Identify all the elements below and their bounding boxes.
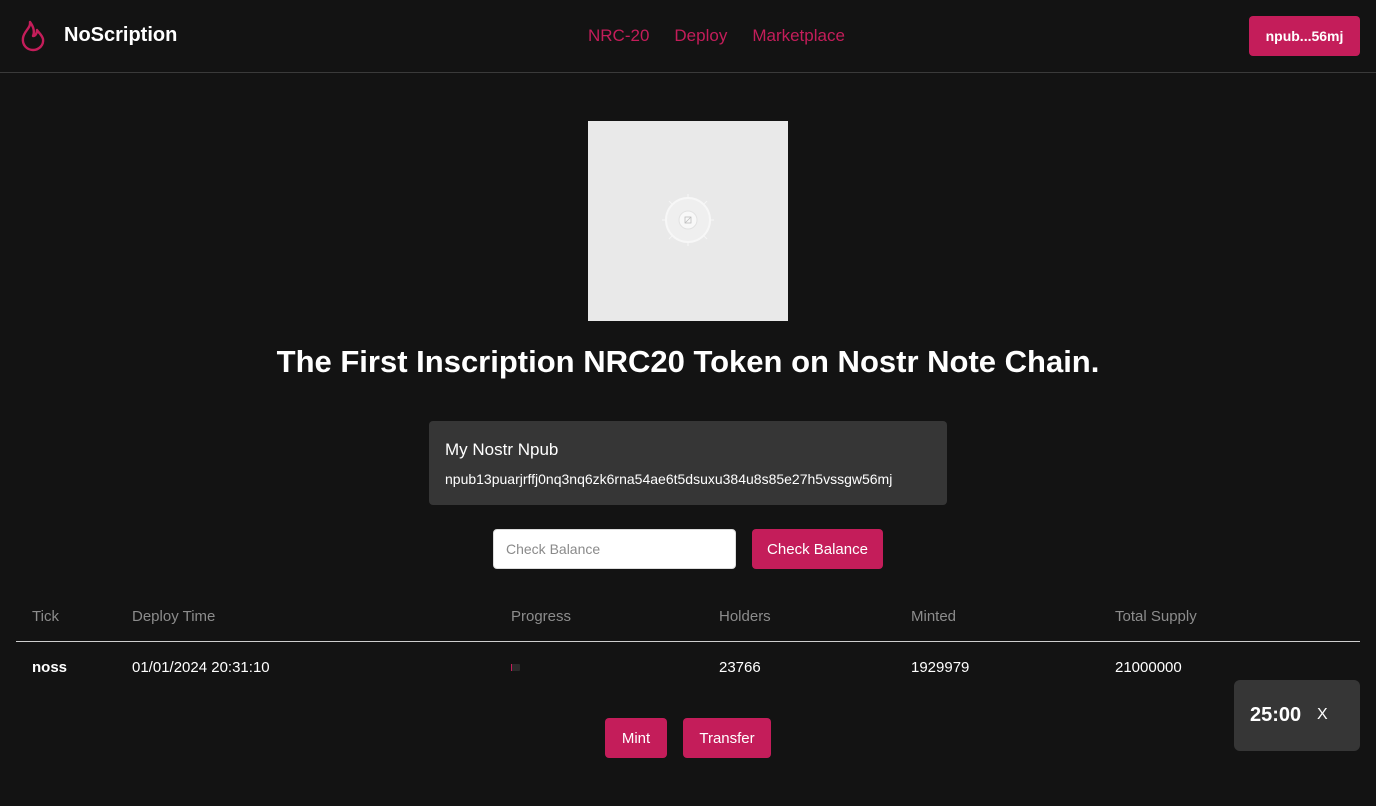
token-image [588, 121, 788, 321]
nav-link-marketplace[interactable]: Marketplace [752, 26, 845, 46]
npub-card: My Nostr Npub npub13puarjrffj0nq3nq6zk6r… [429, 421, 947, 505]
check-balance-input[interactable] [493, 529, 736, 569]
timer-value: 25:00 [1250, 704, 1302, 726]
page-headline: The First Inscription NRC20 Token on Nos… [276, 344, 1100, 379]
nav-link-nrc20[interactable]: NRC-20 [588, 26, 649, 46]
cell-tick[interactable]: noss [32, 659, 67, 676]
progress-bar [511, 664, 520, 671]
nav-link-deploy[interactable]: Deploy [674, 26, 727, 46]
column-header-minted[interactable]: Minted [911, 608, 956, 625]
progress-bar-fill [511, 664, 512, 671]
column-header-holders[interactable]: Holders [719, 608, 771, 625]
account-npub-button[interactable]: npub...56mj [1249, 16, 1360, 56]
transfer-button[interactable]: Transfer [683, 718, 771, 758]
countdown-timer: 25:00 X [1234, 680, 1360, 751]
cell-total-supply: 21000000 [1115, 659, 1182, 676]
brand-name[interactable]: NoScription [64, 24, 177, 47]
flame-icon[interactable] [20, 20, 46, 52]
column-header-total-supply[interactable]: Total Supply [1115, 608, 1197, 625]
npub-card-label: My Nostr Npub [445, 440, 559, 459]
column-header-deploy-time[interactable]: Deploy Time [132, 608, 215, 625]
cell-deploy-time: 01/01/2024 20:31:10 [132, 659, 270, 676]
token-table-header: Tick Deploy Time Progress Holders Minted… [16, 597, 1360, 642]
check-balance-button[interactable]: Check Balance [752, 529, 883, 569]
table-row[interactable]: noss 01/01/2024 20:31:10 23766 1929979 2… [16, 642, 1360, 694]
main-nav: NRC-20 Deploy Marketplace [588, 26, 845, 46]
cell-minted: 1929979 [911, 659, 970, 676]
column-header-progress[interactable]: Progress [511, 608, 571, 625]
column-header-tick[interactable]: Tick [32, 608, 59, 625]
close-timer-button[interactable]: X [1317, 706, 1328, 724]
loading-spinner-icon [662, 194, 714, 246]
cell-holders: 23766 [719, 659, 761, 676]
top-navbar: NoScription NRC-20 Deploy Marketplace np… [0, 0, 1376, 73]
npub-value[interactable]: npub13puarjrffj0nq3nq6zk6rna54ae6t5dsuxu… [445, 471, 892, 487]
mint-button[interactable]: Mint [605, 718, 667, 758]
